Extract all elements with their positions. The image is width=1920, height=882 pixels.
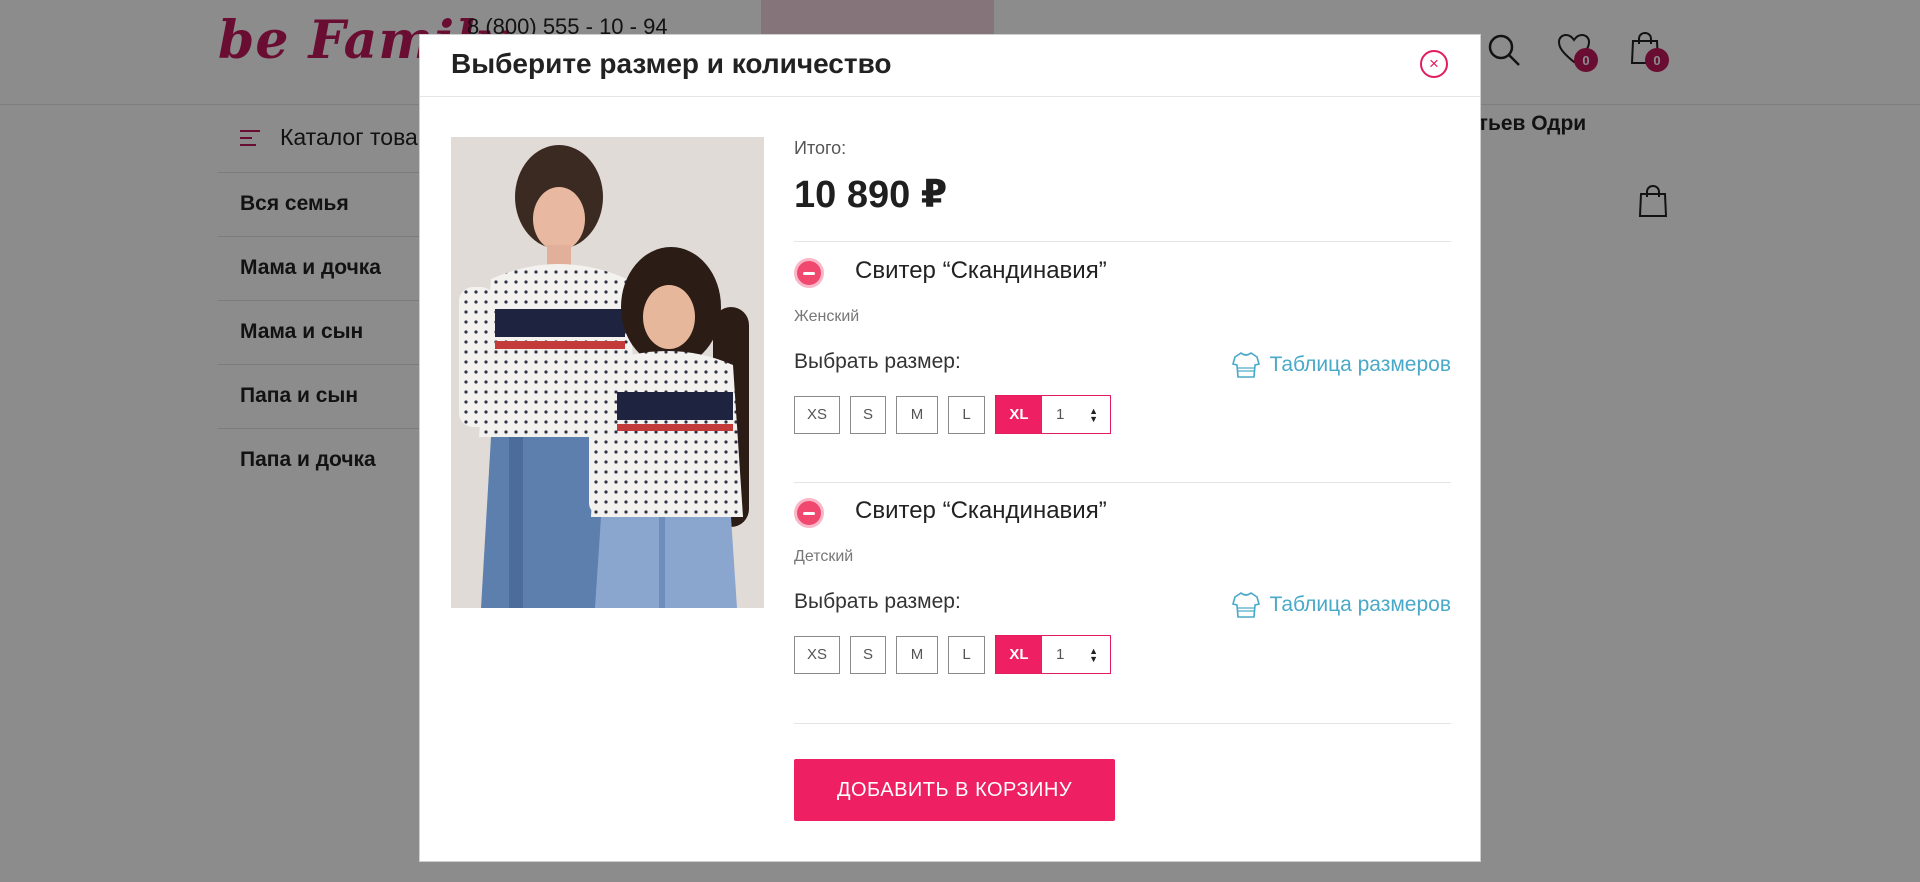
- sweater-icon: [1232, 352, 1261, 378]
- total-price: 10 890 ₽: [794, 174, 948, 216]
- size-selector: XS S M L XL 1 ▲ ▼: [794, 395, 1111, 434]
- quantity-value: 1: [1056, 406, 1065, 423]
- stepper-arrows-icon[interactable]: ▲ ▼: [1089, 406, 1098, 423]
- sweater-icon: [1232, 592, 1261, 618]
- quantity-value: 1: [1056, 646, 1065, 663]
- size-option-selected[interactable]: XL: [996, 396, 1042, 433]
- item-name: Свитер “Скандинавия”: [855, 257, 1107, 284]
- stepper-arrows-icon[interactable]: ▲ ▼: [1089, 646, 1098, 663]
- item-subtitle: Детский: [794, 548, 854, 565]
- size-selector: XS S M L XL 1 ▲ ▼: [794, 635, 1111, 674]
- product-image: [451, 137, 764, 608]
- size-option[interactable]: S: [850, 635, 886, 674]
- size-table-label: Таблица размеров: [1269, 593, 1451, 616]
- item-subtitle: Женский: [794, 308, 860, 325]
- selected-size-group: XL 1 ▲ ▼: [995, 635, 1111, 674]
- size-table-link[interactable]: Таблица размеров: [1231, 350, 1451, 380]
- size-quantity-modal: Выберите размер и количество × Итого: 10…: [419, 34, 1481, 862]
- total-label: Итого:: [794, 138, 847, 158]
- close-icon[interactable]: ×: [1420, 50, 1448, 78]
- modal-header: Выберите размер и количество ×: [420, 35, 1480, 97]
- modal-title: Выберите размер и количество: [451, 48, 892, 79]
- add-to-cart-button[interactable]: ДОБАВИТЬ В КОРЗИНУ: [794, 759, 1115, 821]
- size-table-label: Таблица размеров: [1269, 353, 1451, 376]
- size-label: Выбрать размер:: [794, 590, 961, 613]
- selected-size-group: XL 1 ▲ ▼: [995, 395, 1111, 434]
- cart-item: Свитер “Скандинавия” Детский Выбрать раз…: [794, 482, 1451, 682]
- item-name: Свитер “Скандинавия”: [855, 497, 1107, 524]
- quantity-stepper[interactable]: 1 ▲ ▼: [1042, 396, 1110, 433]
- size-option[interactable]: L: [948, 395, 985, 434]
- size-option[interactable]: L: [948, 635, 985, 674]
- cart-item: Свитер “Скандинавия” Женский Выбрать раз…: [794, 242, 1451, 442]
- size-label: Выбрать размер:: [794, 350, 961, 373]
- minus-circle-icon[interactable]: [794, 258, 824, 288]
- size-option[interactable]: XS: [794, 635, 840, 674]
- quantity-stepper[interactable]: 1 ▲ ▼: [1042, 636, 1110, 673]
- size-option-selected[interactable]: XL: [996, 636, 1042, 673]
- divider: [794, 723, 1451, 724]
- size-option[interactable]: S: [850, 395, 886, 434]
- size-option[interactable]: M: [896, 635, 938, 674]
- size-option[interactable]: M: [896, 395, 938, 434]
- minus-circle-icon[interactable]: [794, 498, 824, 528]
- size-option[interactable]: XS: [794, 395, 840, 434]
- size-table-link[interactable]: Таблица размеров: [1231, 590, 1451, 620]
